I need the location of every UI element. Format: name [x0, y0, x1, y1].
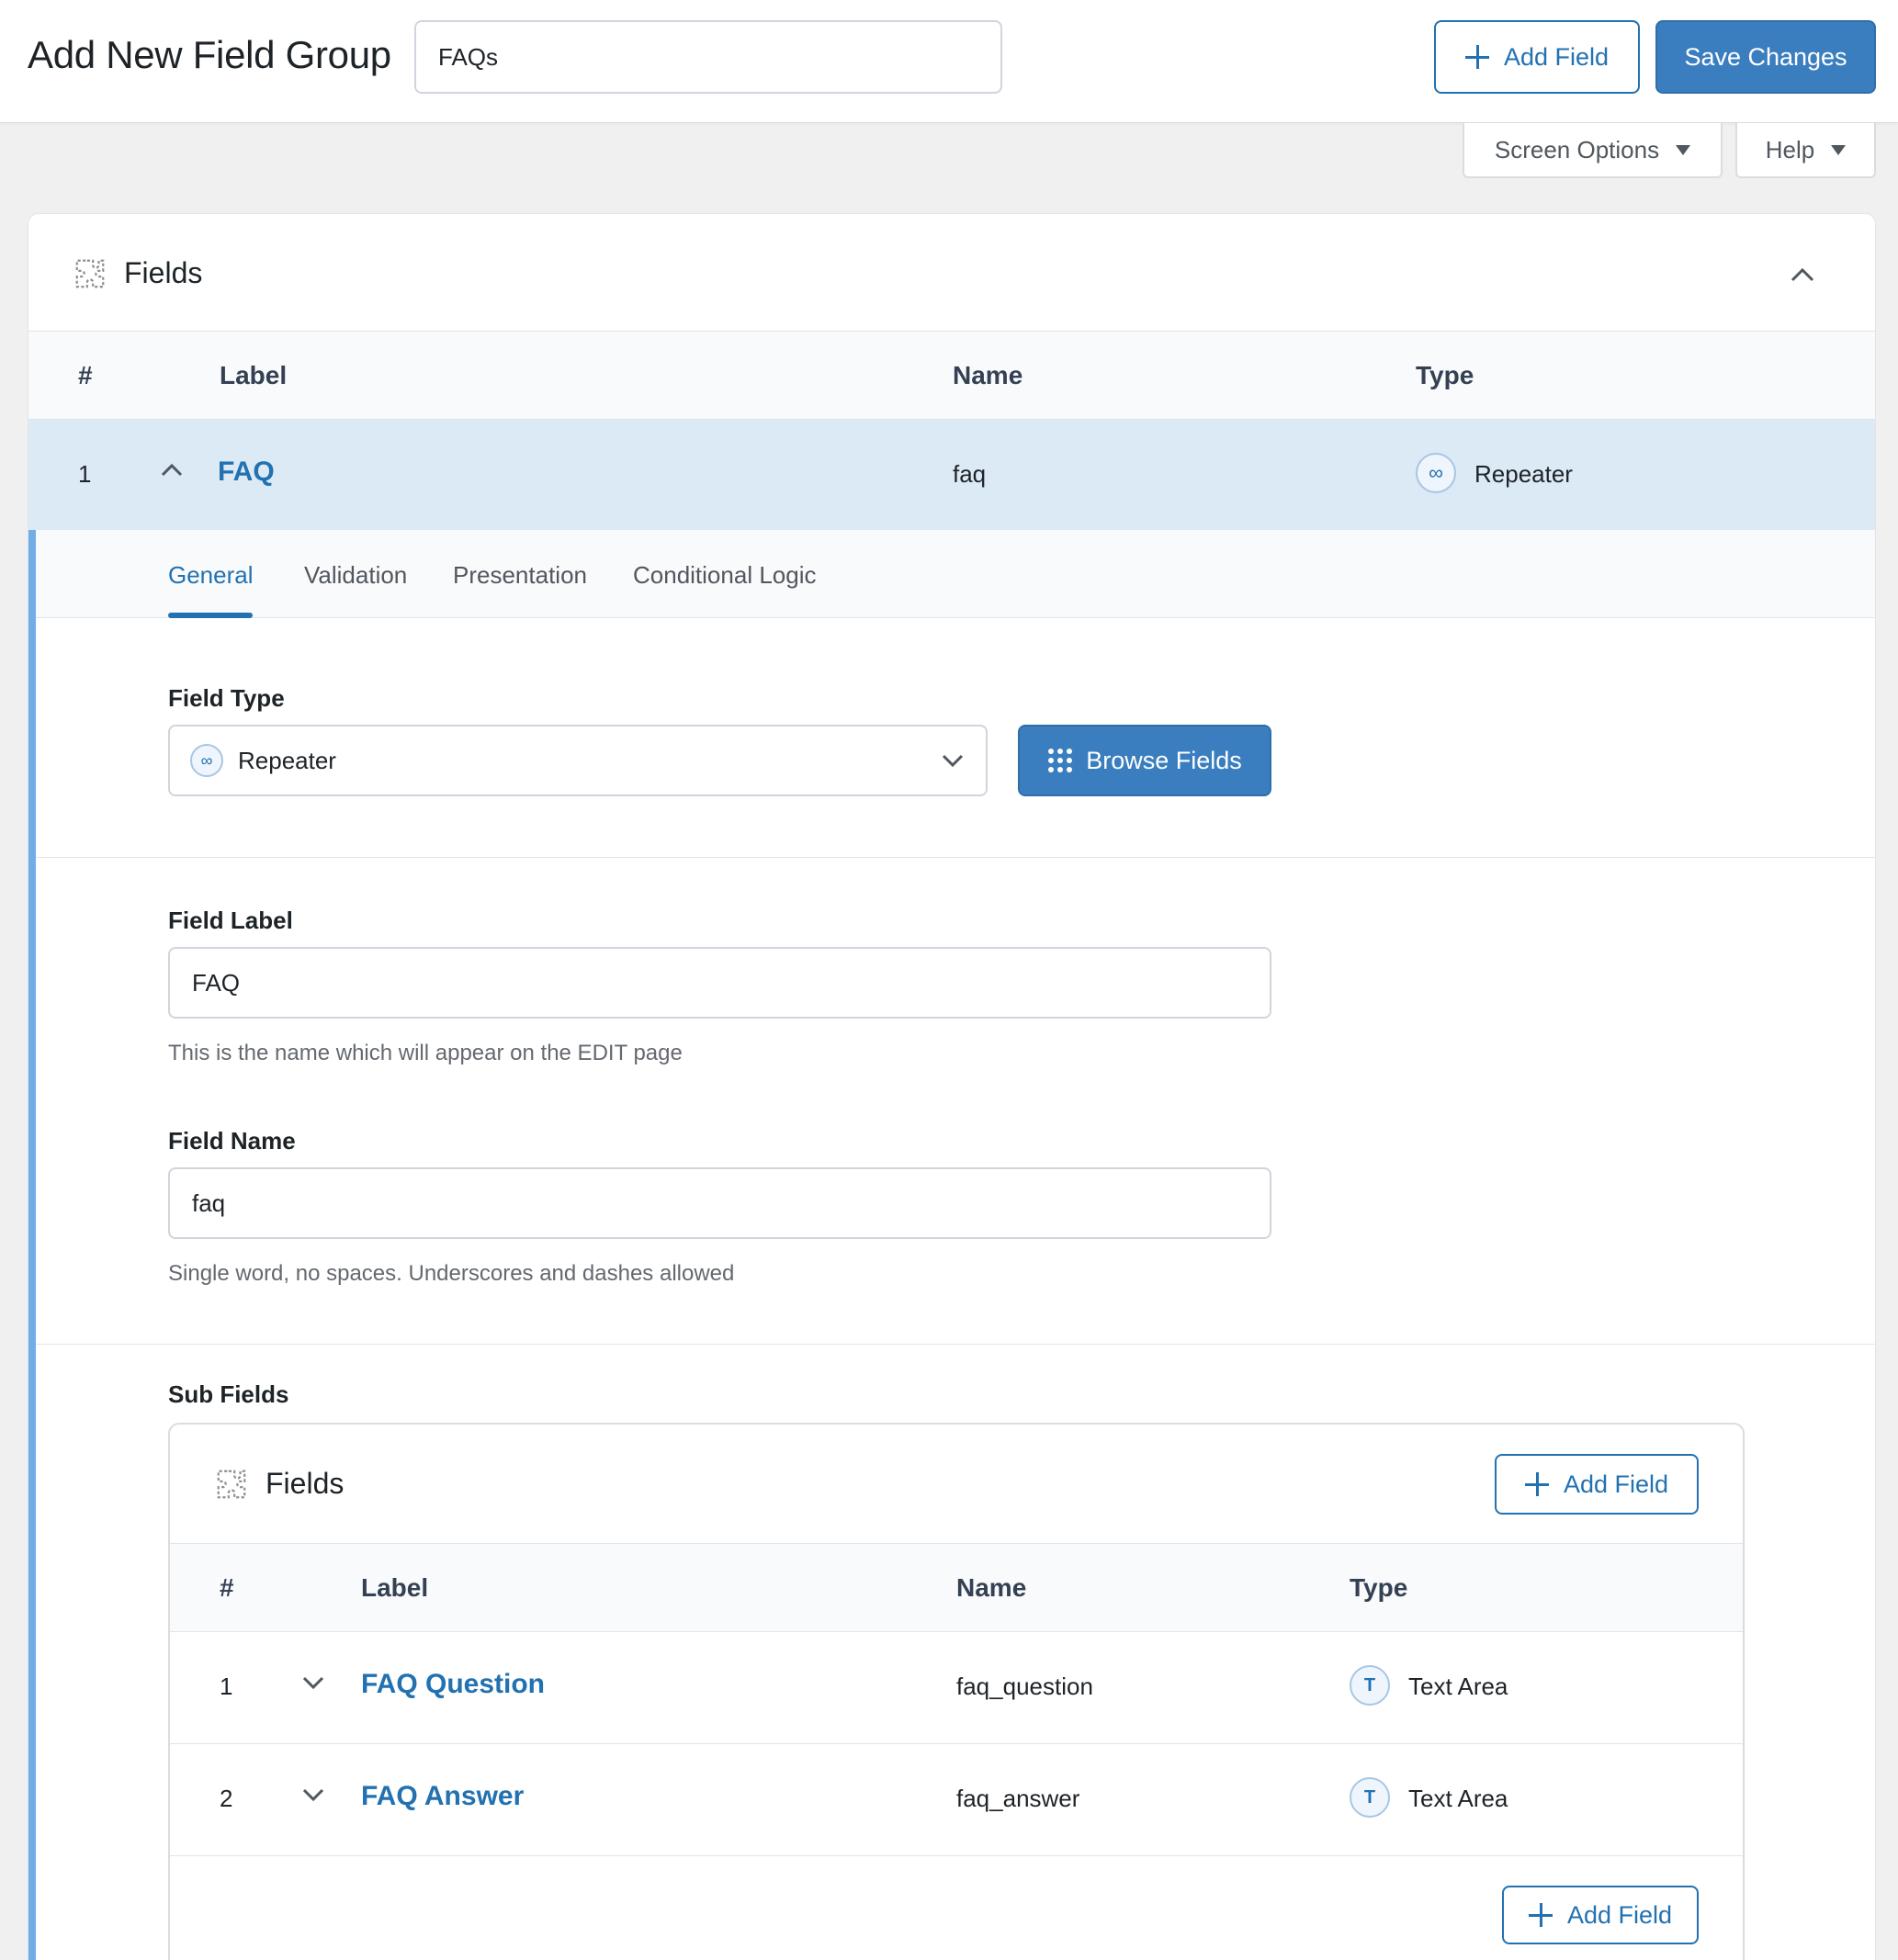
- top-bar: Add New Field Group Add Field Save Chang…: [0, 0, 1898, 123]
- sub-fields-label: Sub Fields: [168, 1380, 289, 1408]
- sub-fields-header: Fields Add Field: [170, 1425, 1743, 1544]
- settings-tabs: General Validation Presentation Conditio…: [36, 530, 1875, 618]
- row-num: 1: [220, 1673, 233, 1700]
- row-type: Text Area: [1408, 1785, 1508, 1812]
- group-title-input[interactable]: [414, 20, 1002, 94]
- field-label-help: This is the name which will appear on th…: [168, 1041, 683, 1065]
- row-label-link[interactable]: FAQ: [218, 456, 275, 488]
- col-name: Name: [953, 361, 1023, 389]
- text-area-icon: T: [1350, 1777, 1390, 1818]
- sub-fields-title: Fields: [265, 1467, 345, 1500]
- fields-panel-title: Fields: [124, 256, 203, 289]
- grid-icon: [1048, 749, 1073, 772]
- plus-icon: [1464, 45, 1489, 69]
- row-num: 1: [78, 460, 92, 488]
- row-name: faq: [953, 460, 987, 488]
- screen-options-button[interactable]: Screen Options: [1463, 123, 1723, 178]
- field-row-faq[interactable]: 1 FAQ faq ∞ Repeater: [28, 420, 1875, 530]
- browse-fields-label: Browse Fields: [1086, 746, 1242, 774]
- field-settings: General Validation Presentation Conditio…: [28, 530, 1875, 1960]
- sub-add-field-label: Add Field: [1566, 1900, 1673, 1929]
- col-label: Label: [361, 1573, 429, 1602]
- screen-options-label: Screen Options: [1494, 135, 1660, 163]
- sub-add-field-button[interactable]: Add Field: [1495, 1454, 1699, 1515]
- col-name: Name: [956, 1573, 1027, 1602]
- chevron-up-icon[interactable]: [1789, 265, 1816, 284]
- fields-panel-header: Fields: [28, 214, 1875, 332]
- text-area-icon: T: [1350, 1665, 1390, 1706]
- chevron-up-icon[interactable]: [159, 460, 185, 479]
- save-changes-label: Save Changes: [1684, 42, 1847, 71]
- field-type-label: Field Type: [168, 684, 285, 712]
- row-type: Text Area: [1408, 1673, 1508, 1700]
- row-name: faq_answer: [956, 1785, 1080, 1812]
- field-label-label: Field Label: [168, 907, 293, 934]
- row-type: Repeater: [1474, 460, 1573, 488]
- caret-down-icon: [1676, 144, 1691, 155]
- field-name-input[interactable]: [168, 1167, 1271, 1239]
- tab-validation[interactable]: Validation: [304, 561, 407, 590]
- row-num: 2: [220, 1785, 233, 1812]
- puzzle-icon: [75, 259, 105, 288]
- help-label: Help: [1765, 135, 1815, 163]
- plus-icon: [1528, 1903, 1553, 1927]
- infinity-icon: ∞: [1416, 453, 1456, 493]
- add-field-button-label: Add Field: [1503, 42, 1610, 71]
- caret-down-icon: [1831, 144, 1847, 155]
- page-title: Add New Field Group: [28, 33, 391, 76]
- col-type: Type: [1350, 1573, 1408, 1602]
- chevron-down-icon: [942, 754, 964, 768]
- divider: [36, 1344, 1875, 1345]
- tab-conditional-logic[interactable]: Conditional Logic: [633, 561, 816, 590]
- row-name: faq_question: [956, 1673, 1093, 1700]
- col-num: #: [220, 1573, 234, 1602]
- chevron-down-icon[interactable]: [300, 1674, 326, 1693]
- browse-fields-button[interactable]: Browse Fields: [1018, 725, 1271, 796]
- col-num: #: [78, 361, 93, 389]
- field-label-input[interactable]: [168, 947, 1271, 1019]
- sub-field-row[interactable]: 2 FAQ Answer faq_answer T Text Area: [170, 1744, 1743, 1856]
- row-label-link[interactable]: FAQ Answer: [361, 1781, 524, 1812]
- field-type-select[interactable]: ∞ Repeater: [168, 725, 988, 796]
- field-name-help: Single word, no spaces. Underscores and …: [168, 1261, 735, 1286]
- row-label-link[interactable]: FAQ Question: [361, 1669, 545, 1700]
- divider: [36, 857, 1875, 858]
- sub-fields-panel: Fields Add Field # Label Name Type 1 FAQ…: [168, 1423, 1745, 1960]
- add-field-button[interactable]: Add Field: [1434, 20, 1640, 94]
- puzzle-icon: [217, 1470, 246, 1499]
- help-button[interactable]: Help: [1735, 123, 1876, 178]
- sub-add-field-label: Add Field: [1563, 1470, 1669, 1498]
- tab-presentation[interactable]: Presentation: [453, 561, 587, 590]
- tab-general[interactable]: General: [168, 561, 254, 590]
- field-type-value: Repeater: [238, 746, 336, 774]
- sub-fields-table-header: # Label Name Type: [170, 1544, 1743, 1632]
- col-label: Label: [220, 361, 288, 389]
- fields-table-header: # Label Name Type: [28, 332, 1875, 420]
- save-changes-button[interactable]: Save Changes: [1655, 20, 1876, 94]
- sub-add-field-button-bottom[interactable]: Add Field: [1502, 1886, 1699, 1944]
- col-type: Type: [1416, 361, 1474, 389]
- field-name-label: Field Name: [168, 1127, 296, 1155]
- sub-field-row[interactable]: 1 FAQ Question faq_question T Text Area: [170, 1632, 1743, 1744]
- fields-panel: Fields # Label Name Type 1 FAQ faq ∞ Rep…: [28, 213, 1876, 1960]
- infinity-icon: ∞: [190, 744, 223, 777]
- chevron-down-icon[interactable]: [300, 1786, 326, 1805]
- active-tab-indicator: [168, 613, 253, 618]
- plus-icon: [1524, 1472, 1549, 1496]
